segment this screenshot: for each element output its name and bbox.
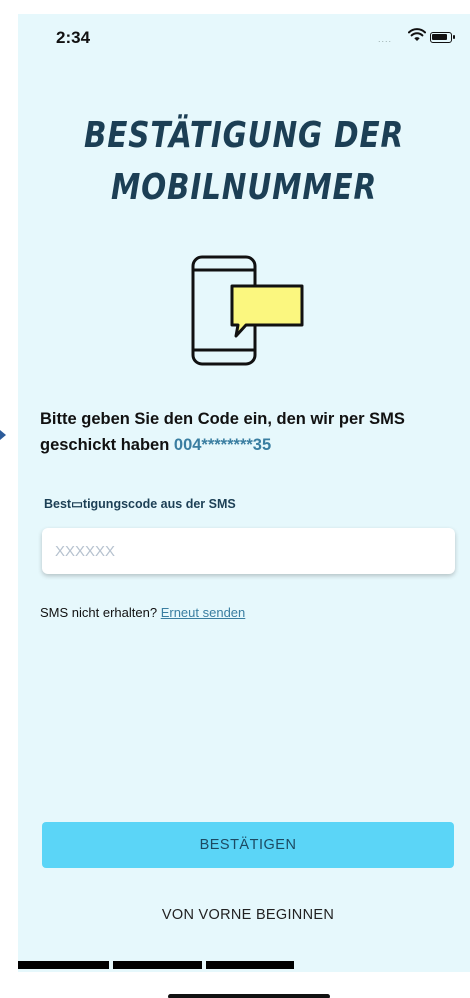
verification-code-input[interactable] [42, 528, 455, 574]
page-title-line-2: MOBILNUMMER [110, 167, 378, 208]
progress-step-3 [206, 961, 294, 969]
progress-step-1 [18, 961, 109, 969]
side-arrow-indicator [0, 430, 6, 440]
status-time: 2:34 [56, 28, 91, 47]
home-indicator[interactable] [168, 994, 330, 998]
progress-step-2 [113, 961, 202, 969]
resend-row: SMS nicht erhalten? Erneut senden [40, 605, 245, 620]
step-progress-bar [18, 961, 470, 969]
confirm-button[interactable]: BESTÄTIGEN [42, 822, 454, 868]
cellular-signal-icon: .... [378, 34, 393, 44]
phone-sms-icon [191, 255, 304, 366]
app-screen: 2:34 .... BESTÄTIGUNG DER MOBILNUMMER Bi… [18, 14, 470, 998]
code-field-label: Best▭tigungscode aus der SMS [44, 497, 236, 511]
page-title: BESTÄTIGUNG DER MOBILNUMMER [59, 110, 430, 214]
wifi-icon [408, 28, 426, 41]
page-title-line-1: BESTÄTIGUNG DER [83, 115, 405, 156]
masked-phone-number: 004********35 [173, 436, 272, 454]
status-bar: 2:34 .... [18, 14, 470, 62]
instruction-text: Bitte geben Sie den Code ein, den wir pe… [40, 406, 460, 458]
resend-link[interactable]: Erneut senden [161, 605, 246, 620]
battery-icon [430, 32, 455, 43]
resend-prompt: SMS nicht erhalten? [40, 605, 158, 620]
restart-button[interactable]: VON VORNE BEGINNEN [42, 902, 454, 928]
